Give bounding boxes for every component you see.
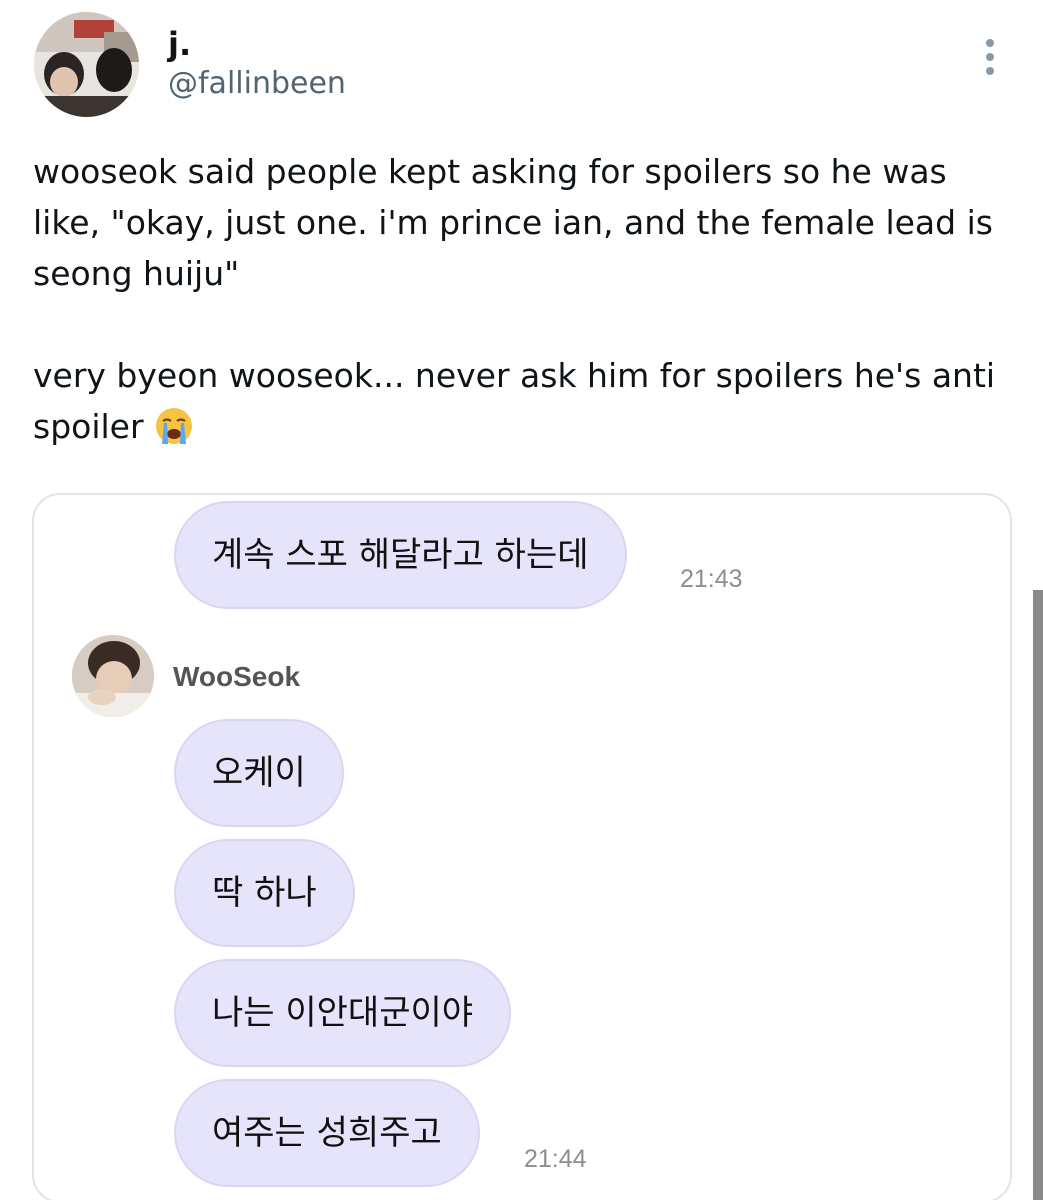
chat-bubble-received: 오케이 [174,719,344,827]
chat-bubble-received: 딱 하나 [174,839,355,947]
message-text: 나는 이안대군이야 [212,993,474,1033]
message-text: 딱 하나 [212,873,317,913]
more-options-icon[interactable] [972,36,1008,78]
tweet-page: j. @fallinbeen wooseok said people kept … [0,0,1043,1200]
message-timestamp: 21:44 [524,1145,587,1173]
tweet-body: wooseok said people kept asking for spoi… [33,152,996,446]
profile-avatar[interactable] [34,12,139,117]
loudly-crying-face-icon [154,406,194,446]
message-timestamp: 21:43 [680,565,743,593]
message-text: 오케이 [212,753,306,793]
message-text: 여주는 성희주고 [212,1113,442,1153]
user-handle[interactable]: @fallinbeen [168,66,346,102]
chat-bubble-received: 여주는 성희주고 [174,1079,480,1187]
attached-image-card[interactable]: 계속 스포 해달라고 하는데 21:43 WooSeok 오케이 딱 하나 나는… [32,493,1012,1200]
sender-avatar [72,635,154,717]
message-text: 계속 스포 해달라고 하는데 [212,535,589,575]
sender-name: WooSeok [173,661,301,692]
tweet-text: wooseok said people kept asking for spoi… [33,146,1023,452]
scrollbar[interactable] [1033,590,1043,1200]
chat-bubble-received: 나는 이안대군이야 [174,959,512,1067]
display-name[interactable]: j. [168,26,191,62]
chat-bubble-sent: 계속 스포 해달라고 하는데 [174,501,627,609]
